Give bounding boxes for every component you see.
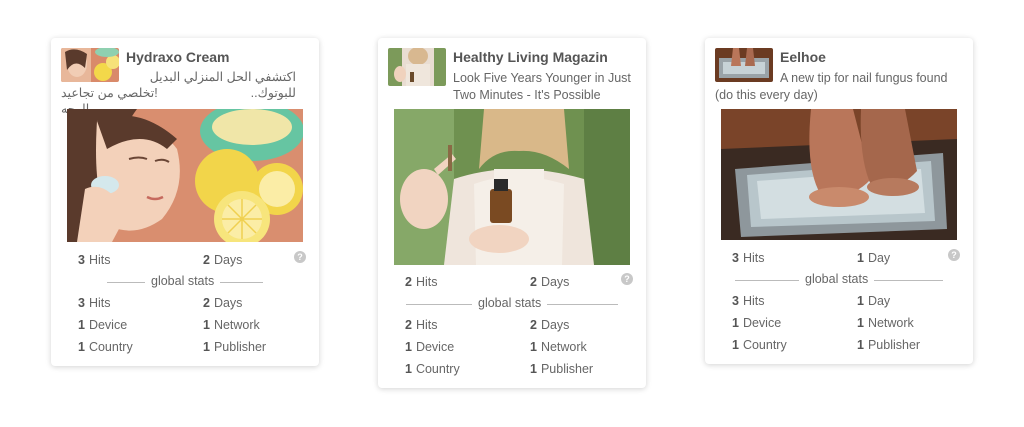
ad-main-image: [721, 109, 957, 240]
global-hits-stat: 2 Hits: [405, 318, 437, 332]
network-stat: 1 Network: [203, 318, 260, 332]
days-stat: 2 Days: [530, 275, 569, 289]
device-value: 1: [732, 316, 739, 330]
country-stat: 1 Country: [732, 338, 787, 352]
device-stat: 1 Device: [732, 316, 781, 330]
network-stat: 1 Network: [857, 316, 914, 330]
global-days-label: Day: [867, 294, 891, 308]
global-days-value: 1: [857, 294, 864, 308]
country-stat: 1 Country: [78, 340, 133, 354]
device-label: Device: [88, 318, 128, 332]
publisher-label: Publisher: [213, 340, 267, 354]
global-hits-label: Hits: [415, 318, 438, 332]
network-value: 1: [203, 318, 210, 332]
device-stat: 1 Device: [78, 318, 127, 332]
network-label: Network: [213, 318, 260, 332]
global-days-stat: 2 Days: [203, 296, 242, 310]
publisher-value: 1: [857, 338, 864, 352]
global-days-label: Days: [213, 296, 243, 310]
hits-stat: 2 Hits: [405, 275, 437, 289]
device-label: Device: [415, 340, 455, 354]
global-stats-label: global stats: [472, 296, 548, 310]
days-value: 2: [203, 253, 210, 267]
device-label: Device: [742, 316, 782, 330]
days-stat: 1 Day: [857, 251, 890, 265]
help-icon[interactable]: ?: [948, 249, 960, 261]
hits-value: 3: [732, 251, 739, 265]
days-label: Days: [540, 275, 570, 289]
days-label: Day: [867, 251, 891, 265]
global-days-value: 2: [530, 318, 537, 332]
ad-headline-line-2[interactable]: (do this every day): [715, 87, 818, 103]
ad-card-2[interactable]: Healthy Living Magazin Look Five Years Y…: [378, 38, 646, 388]
publisher-stat: 1 Publisher: [530, 362, 593, 376]
ad-thumbnail: [61, 48, 119, 82]
global-stats-label: global stats: [145, 274, 221, 288]
global-hits-stat: 3 Hits: [732, 294, 764, 308]
ad-headline-line-1[interactable]: A new tip for nail fungus found: [780, 70, 947, 86]
device-stat: 1 Device: [405, 340, 454, 354]
help-icon[interactable]: ?: [621, 273, 633, 285]
global-hits-value: 3: [78, 296, 85, 310]
country-value: 1: [78, 340, 85, 354]
hits-value: 2: [405, 275, 412, 289]
publisher-label: Publisher: [867, 338, 921, 352]
global-hits-stat: 3 Hits: [78, 296, 110, 310]
days-stat: 2 Days: [203, 253, 242, 267]
ad-thumbnail: [715, 48, 773, 82]
network-value: 1: [530, 340, 537, 354]
ad-headline-line-2[interactable]: Two Minutes - It's Possible: [453, 87, 601, 103]
country-label: Country: [88, 340, 133, 354]
country-value: 1: [732, 338, 739, 352]
help-icon[interactable]: ?: [294, 251, 306, 263]
hits-label: Hits: [742, 251, 765, 265]
network-stat: 1 Network: [530, 340, 587, 354]
global-hits-value: 3: [732, 294, 739, 308]
device-value: 1: [78, 318, 85, 332]
hits-label: Hits: [88, 253, 111, 267]
country-value: 1: [405, 362, 412, 376]
country-label: Country: [742, 338, 787, 352]
days-value: 1: [857, 251, 864, 265]
global-days-stat: 1 Day: [857, 294, 890, 308]
hits-label: Hits: [415, 275, 438, 289]
global-hits-value: 2: [405, 318, 412, 332]
ad-card-3[interactable]: Eelhoe A new tip for nail fungus found (…: [705, 38, 973, 364]
advertiser-name[interactable]: Eelhoe: [780, 49, 826, 65]
advertiser-name[interactable]: Hydraxo Cream: [126, 49, 230, 65]
country-stat: 1 Country: [405, 362, 460, 376]
global-days-stat: 2 Days: [530, 318, 569, 332]
country-label: Country: [415, 362, 460, 376]
ad-thumbnail: [388, 48, 446, 86]
hits-stat: 3 Hits: [78, 253, 110, 267]
network-label: Network: [540, 340, 587, 354]
network-label: Network: [867, 316, 914, 330]
network-value: 1: [857, 316, 864, 330]
ad-card-1[interactable]: Hydraxo Cream اكتشفي الحل المنزلي البديل…: [51, 38, 319, 366]
hits-stat: 3 Hits: [732, 251, 764, 265]
device-value: 1: [405, 340, 412, 354]
publisher-label: Publisher: [540, 362, 594, 376]
publisher-stat: 1 Publisher: [857, 338, 920, 352]
days-label: Days: [213, 253, 243, 267]
ad-main-image: [67, 109, 303, 242]
global-days-label: Days: [540, 318, 570, 332]
ad-main-image: [394, 109, 630, 265]
global-hits-label: Hits: [742, 294, 765, 308]
global-hits-label: Hits: [88, 296, 111, 310]
publisher-value: 1: [203, 340, 210, 354]
publisher-value: 1: [530, 362, 537, 376]
global-days-value: 2: [203, 296, 210, 310]
ad-headline-line-1[interactable]: Look Five Years Younger in Just: [453, 70, 631, 86]
hits-value: 3: [78, 253, 85, 267]
days-value: 2: [530, 275, 537, 289]
advertiser-name[interactable]: Healthy Living Magazin: [453, 49, 608, 65]
publisher-stat: 1 Publisher: [203, 340, 266, 354]
global-stats-label: global stats: [799, 272, 875, 286]
